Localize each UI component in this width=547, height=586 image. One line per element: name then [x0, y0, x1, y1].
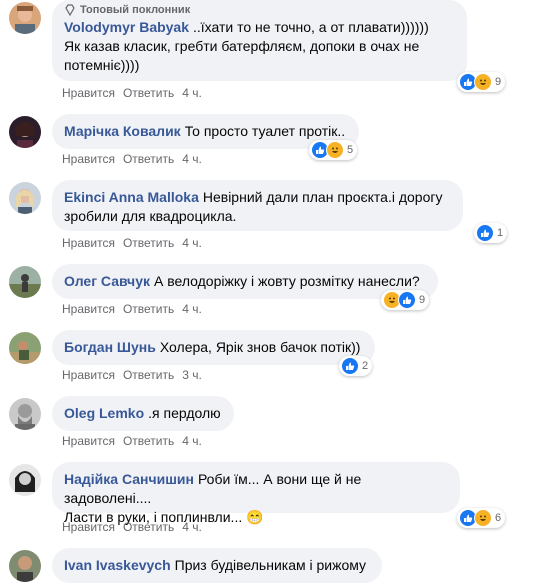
top-fan-badge: Топовый поклонник	[64, 4, 455, 16]
author-name[interactable]: Марічка Ковалик	[64, 123, 181, 139]
author-name[interactable]: Oleg Lemko	[64, 405, 144, 421]
author-name[interactable]: Volodymyr Babyak	[64, 19, 189, 35]
avatar[interactable]	[9, 2, 41, 34]
avatar-image	[9, 2, 41, 34]
avatar[interactable]	[9, 550, 41, 582]
comment-actions: Нравится Ответить 4 ч.	[62, 152, 202, 166]
reply-link[interactable]: Ответить	[123, 152, 174, 166]
avatar[interactable]	[9, 266, 41, 298]
reply-link[interactable]: Ответить	[123, 302, 174, 316]
avatar[interactable]	[9, 182, 41, 214]
comment-actions: Нравится Ответить 4 ч.	[62, 86, 202, 100]
comment-actions: Нравится Ответить 3 ч.	[62, 368, 202, 382]
like-icon	[398, 291, 416, 309]
comment-text-wrap: Volodymyr Babyak ..їхати то не точно, а о…	[64, 18, 455, 75]
like-link[interactable]: Нравится	[62, 434, 115, 448]
reactions-summary[interactable]: 9	[381, 290, 430, 310]
timestamp[interactable]: 4 ч.	[182, 86, 202, 100]
badge-label: Топовый поклонник	[80, 4, 191, 16]
reactions-summary[interactable]: 2	[339, 356, 373, 376]
reactions-summary[interactable]: 6	[457, 508, 506, 528]
like-link[interactable]: Нравится	[62, 152, 115, 166]
like-link[interactable]: Нравится	[62, 236, 115, 250]
like-link[interactable]: Нравится	[62, 520, 115, 534]
comment-text: .я пердолю	[148, 405, 221, 421]
reply-link[interactable]: Ответить	[123, 236, 174, 250]
like-link[interactable]: Нравится	[62, 86, 115, 100]
comment-actions: Нравится Ответить 4 ч.	[62, 520, 202, 534]
haha-icon	[474, 73, 492, 91]
like-link[interactable]: Нравится	[62, 302, 115, 316]
reactions-summary[interactable]: 1	[474, 223, 508, 243]
like-link[interactable]: Нравится	[62, 368, 115, 382]
reaction-count: 2	[362, 360, 369, 372]
timestamp[interactable]: 4 ч.	[182, 152, 202, 166]
author-name[interactable]: Ekinci Anna Malloka	[64, 189, 199, 205]
reply-link[interactable]: Ответить	[123, 86, 174, 100]
author-name[interactable]: Богдан Шунь	[64, 339, 156, 355]
like-icon	[341, 357, 359, 375]
author-name[interactable]: Ivan Ivaskevych	[64, 557, 171, 573]
like-icon	[476, 224, 494, 242]
reaction-count: 5	[347, 144, 354, 156]
reply-link[interactable]: Ответить	[123, 368, 174, 382]
reaction-count: 9	[495, 76, 502, 88]
reply-link[interactable]: Ответить	[123, 520, 174, 534]
diamond-icon	[65, 4, 75, 16]
avatar[interactable]	[9, 464, 41, 496]
reactions-summary[interactable]: 9	[457, 72, 506, 92]
comment-bubble: Oleg Lemko .я пердолю	[52, 396, 234, 431]
comment-actions: Нравится Ответить 4 ч.	[62, 434, 202, 448]
timestamp[interactable]: 4 ч.	[182, 302, 202, 316]
comment-bubble: Олег Савчук А велодоріжку і жовту розмітк…	[52, 264, 438, 299]
avatar[interactable]	[9, 398, 41, 430]
haha-icon	[326, 141, 344, 159]
author-name[interactable]: Надійка Санчишин	[64, 471, 194, 487]
comment-bubble: Богдан Шунь Холера, Ярік знов бачок потік…	[52, 330, 375, 365]
timestamp[interactable]: 4 ч.	[182, 520, 202, 534]
comment-bubble: Топовый поклонник Volodymyr Babyak ..їхат…	[52, 0, 467, 81]
timestamp[interactable]: 4 ч.	[182, 236, 202, 250]
comment-bubble: Ivan Ivaskevych Приз будівельникам і рижо…	[52, 548, 382, 583]
comment-actions: Нравится Ответить 4 ч.	[62, 302, 202, 316]
comment-bubble: Надійка Санчишин Роби їм... А вони ще й н…	[52, 462, 460, 525]
reaction-count: 6	[495, 512, 502, 524]
comment-text: А велодоріжку і жовту розмітку нанесли?	[153, 273, 420, 289]
comment-text: Холера, Ярік знов бачок потік))	[159, 339, 361, 355]
haha-icon	[474, 509, 492, 527]
comment-bubble: Ekinci Anna Malloka Невірний дали план пр…	[52, 180, 463, 231]
reaction-count: 9	[419, 294, 426, 306]
avatar[interactable]	[9, 332, 41, 364]
reactions-summary[interactable]: 5	[309, 140, 358, 160]
reply-link[interactable]: Ответить	[123, 434, 174, 448]
comment-text: То просто туалет протік..	[184, 123, 346, 139]
timestamp[interactable]: 4 ч.	[182, 434, 202, 448]
comment-actions: Нравится Ответить 4 ч.	[62, 236, 202, 250]
author-name[interactable]: Олег Савчук	[64, 273, 150, 289]
avatar[interactable]	[9, 116, 41, 148]
timestamp[interactable]: 3 ч.	[182, 368, 202, 382]
reaction-count: 1	[497, 227, 504, 239]
comment-text: Приз будівельникам і рижому	[174, 557, 367, 573]
